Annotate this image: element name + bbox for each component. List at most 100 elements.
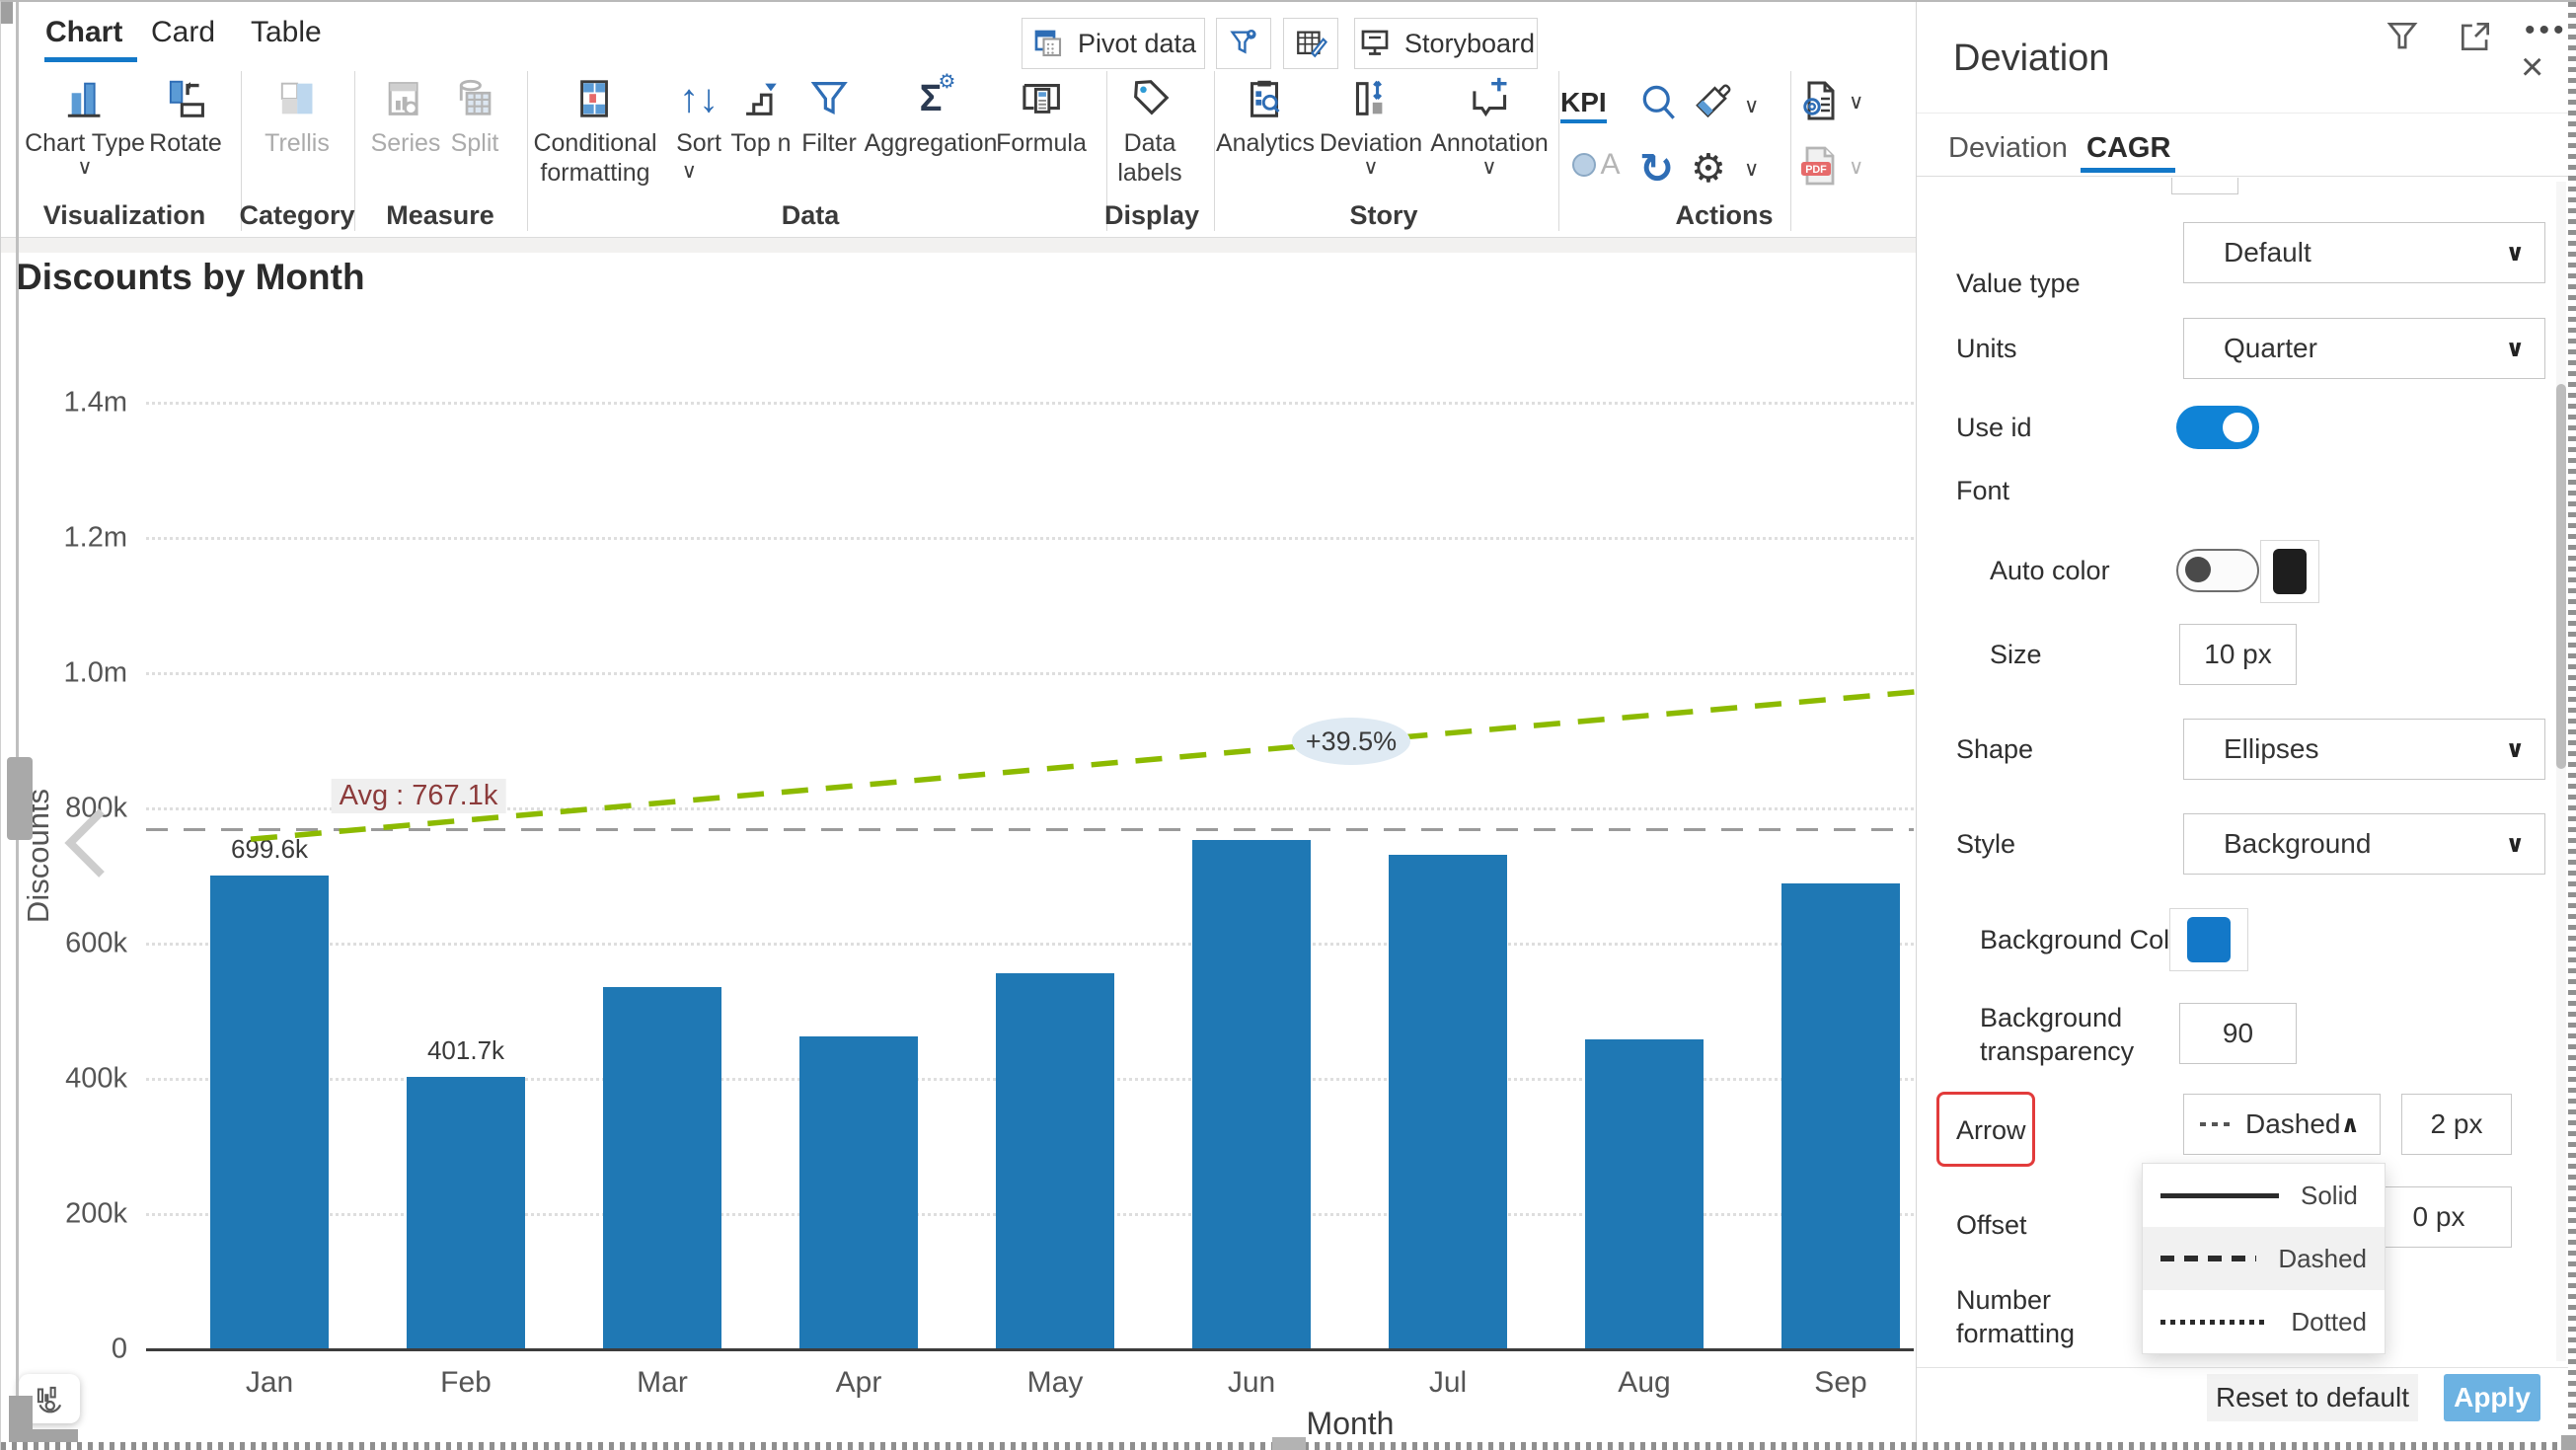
formula-icon [1019, 73, 1064, 124]
line-style-menu: Solid DashedDotted [2142, 1163, 2386, 1354]
rotate-button[interactable]: Rotate [149, 73, 222, 158]
panel-scrollbar-thumb[interactable] [2556, 384, 2566, 769]
reset-to-default-button[interactable]: Reset to default [2207, 1374, 2418, 1421]
line-style-option-dotted[interactable]: Dotted [2143, 1290, 2385, 1353]
deviation-button[interactable]: Deviation ∨ [1320, 73, 1422, 178]
format-painter-icon[interactable] [1691, 83, 1732, 124]
export-settings-icon[interactable] [1795, 77, 1843, 124]
edit-table-button[interactable] [1283, 18, 1338, 69]
bar-aug[interactable] [1585, 1039, 1704, 1348]
kpi-button[interactable]: KPI [1560, 87, 1607, 118]
panel-tab-deviation[interactable]: Deviation [1948, 132, 2068, 165]
auto-color-toggle-icon[interactable]: A [1572, 148, 1620, 182]
use-id-toggle[interactable] [2176, 406, 2259, 449]
analytics-button[interactable]: Analytics [1216, 73, 1315, 158]
conditional-formatting-button[interactable]: Conditional formatting ∨ [517, 73, 673, 188]
style-select[interactable]: Background ∨ [2183, 813, 2545, 875]
x-tick-label: Feb [440, 1366, 492, 1400]
arrow-width-input[interactable]: 2 px [2401, 1094, 2512, 1155]
panel-tab-cagr[interactable]: CAGR [2086, 132, 2170, 165]
dashed-line-sample [2160, 1256, 2256, 1261]
bar-jan[interactable] [210, 876, 329, 1348]
chevron-down-icon[interactable]: ∨ [1849, 158, 1863, 178]
group-label-category: Category [239, 200, 354, 231]
search-icon[interactable] [1637, 81, 1681, 124]
background-transparency-input[interactable]: 90 [2179, 1003, 2297, 1064]
font-color-swatch[interactable] [2260, 540, 2319, 603]
sort-icon: ↑↓ [679, 73, 719, 124]
size-input[interactable]: 10 px [2179, 624, 2297, 685]
trellis-button[interactable]: Trellis [265, 73, 330, 158]
bar-mar[interactable] [603, 987, 721, 1348]
tab-chart[interactable]: Chart [45, 16, 122, 49]
value-type-select[interactable]: Default ∨ [2183, 222, 2545, 283]
aggregation-button[interactable]: Σ⚙ Aggregation [865, 73, 998, 158]
chevron-down-icon[interactable]: ∨ [1849, 93, 1863, 113]
pdf-export-icon[interactable]: PDF [1795, 142, 1843, 190]
shape-select[interactable]: Ellipses ∨ [2183, 719, 2545, 780]
chart-title: Discounts by Month [16, 257, 365, 298]
split-icon [452, 73, 497, 124]
popout-icon[interactable] [2456, 18, 2495, 55]
chart-canvas[interactable]: Discounts by Month Discounts 1.4m1.2m1.0… [1, 253, 1916, 1450]
x-tick-label: Jun [1228, 1366, 1275, 1400]
top-n-button[interactable]: Top n [730, 73, 791, 158]
panel-scrollbar[interactable] [2556, 182, 2566, 1361]
bar-may[interactable] [996, 973, 1114, 1348]
filter-lock-button[interactable] [1216, 18, 1271, 69]
chart-type-icon [62, 73, 108, 124]
ribbon-separator [527, 71, 528, 231]
line-style-option-solid[interactable]: Solid [2143, 1164, 2385, 1227]
settings-gear-icon[interactable]: ⚙ [1691, 146, 1726, 191]
panel-title: Deviation [1953, 38, 2109, 80]
font-section-label: Font [1956, 474, 2009, 507]
background-transparency-label: Background transparency [1980, 1001, 2167, 1068]
background-color-swatch[interactable] [2169, 908, 2248, 971]
gridline [146, 537, 1914, 540]
window-corner [1, 2, 13, 24]
refresh-icon[interactable]: ↻ [1639, 144, 1674, 192]
top-n-icon [738, 73, 784, 124]
bar-jul[interactable] [1389, 855, 1507, 1348]
conditional-formatting-icon [572, 73, 618, 124]
offset-input[interactable]: 0 px [2366, 1186, 2512, 1248]
annotation-button[interactable]: Annotation ∨ [1430, 73, 1549, 178]
arrow-style-select[interactable]: Dashed ∧ [2183, 1094, 2381, 1155]
group-label-data: Data [782, 200, 840, 231]
data-labels-tag-icon [1127, 73, 1173, 124]
ribbon-bottom-band [1, 237, 1916, 253]
bar-sep[interactable] [1781, 883, 1900, 1348]
formula-button[interactable]: Formula [996, 73, 1087, 158]
background-color-label: Background Color [1980, 923, 2193, 956]
storyboard-button[interactable]: Storyboard [1354, 18, 1538, 69]
close-icon[interactable]: × [2521, 49, 2543, 85]
filter-icon[interactable] [2383, 18, 2422, 55]
bar-jun[interactable] [1192, 840, 1311, 1348]
tab-card[interactable]: Card [151, 16, 215, 49]
filter-button[interactable]: Filter [801, 73, 857, 158]
selection-midpoint-handle[interactable] [1272, 1437, 1306, 1450]
units-select[interactable]: Quarter ∨ [2183, 318, 2545, 379]
deviation-panel: ••• Deviation × Deviation CAGR Value typ… [1916, 2, 2570, 1450]
chevron-down-icon[interactable]: ∨ [1744, 97, 1759, 116]
chart-type-button[interactable]: Chart Type ∨ [25, 73, 145, 178]
ellipsis-icon[interactable]: ••• [2525, 14, 2568, 47]
line-style-option-dashed[interactable]: Dashed [2143, 1227, 2385, 1290]
splitter-handle[interactable] [7, 757, 33, 840]
tab-table[interactable]: Table [251, 16, 322, 49]
chevron-down-icon: ∨ [1481, 158, 1496, 178]
sort-button[interactable]: ↑↓ Sort [676, 73, 721, 158]
chevron-up-icon: ∧ [2341, 1110, 2361, 1139]
auto-color-toggle[interactable] [2176, 549, 2259, 592]
selection-corner-handle[interactable] [2561, 1435, 2576, 1450]
apply-button[interactable]: Apply [2444, 1374, 2540, 1421]
line-style-option-label: Solid [2301, 1181, 2358, 1211]
series-button[interactable]: Series [371, 73, 441, 158]
split-button[interactable]: Split [451, 73, 499, 158]
chevron-down-icon[interactable]: ∨ [1744, 160, 1759, 180]
scroll-left-chevron-icon[interactable] [60, 805, 110, 880]
bar-apr[interactable] [799, 1036, 918, 1348]
pivot-data-button[interactable]: Pivot data [1022, 18, 1205, 69]
data-labels-button[interactable]: Data labels [1104, 73, 1195, 188]
bar-feb[interactable] [407, 1077, 525, 1348]
